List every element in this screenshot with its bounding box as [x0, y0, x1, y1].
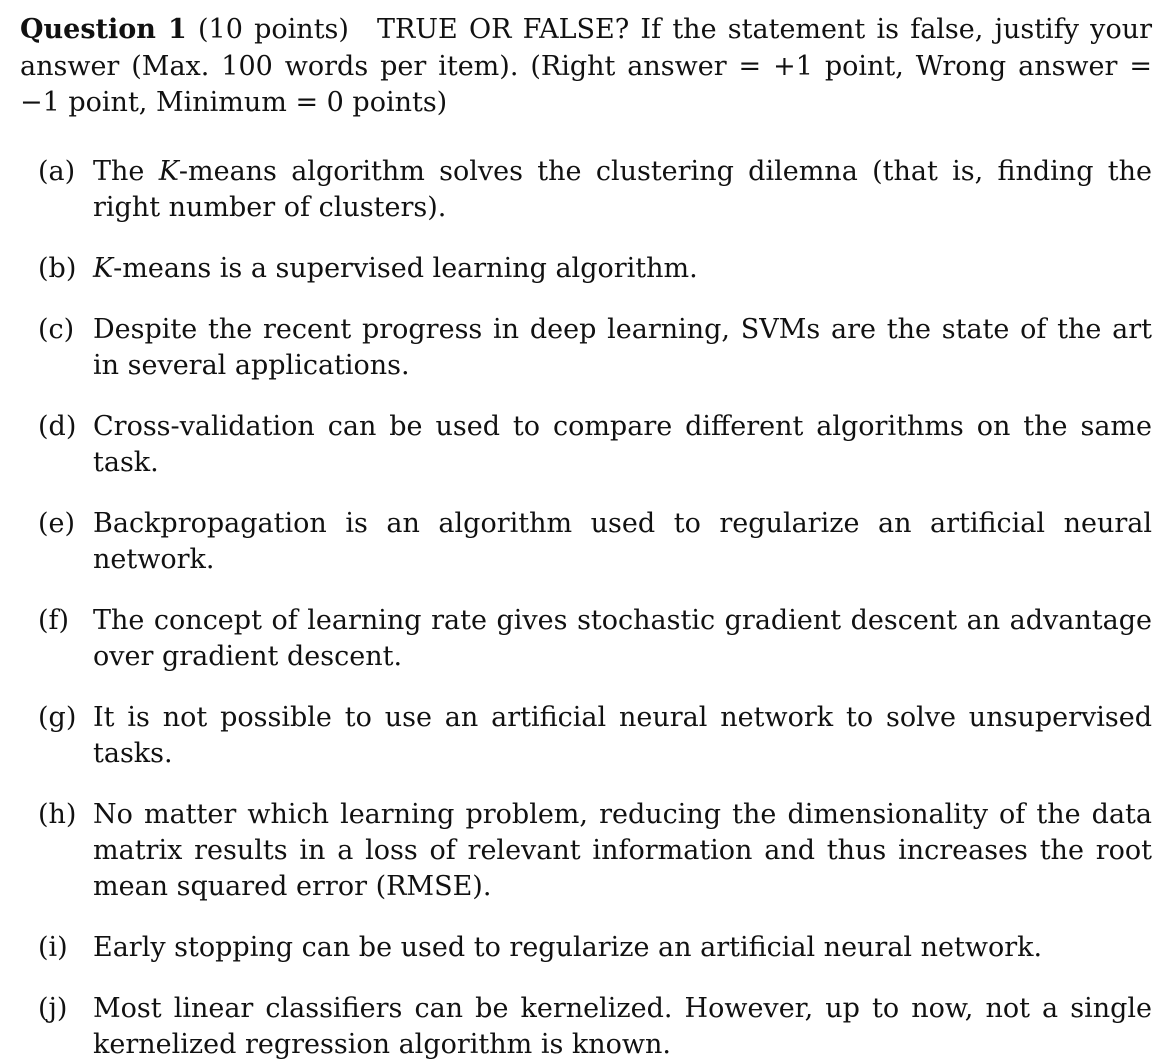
statement-item-e: (e) Backpropagation is an algorithm used… — [20, 506, 1152, 578]
item-marker: (g) — [38, 701, 77, 733]
item-text: It is not possible to use an artificial … — [93, 701, 1152, 769]
item-text: The K-means algorithm solves the cluster… — [93, 155, 1152, 223]
statement-item-c: (c) Despite the recent progress in deep … — [20, 312, 1152, 384]
statement-item-h: (h) No matter which learning problem, re… — [20, 797, 1152, 905]
item-text: K-means is a supervised learning algorit… — [93, 252, 698, 284]
item-text: Backpropagation is an algorithm used to … — [93, 507, 1152, 575]
item-marker: (c) — [38, 313, 75, 345]
item-text: Early stopping can be used to regularize… — [93, 931, 1043, 963]
statement-item-f: (f) The concept of learning rate gives s… — [20, 603, 1152, 675]
item-marker: (f) — [38, 604, 70, 636]
item-marker: (d) — [38, 410, 77, 442]
item-marker: (a) — [38, 155, 76, 187]
item-marker: (i) — [38, 931, 68, 963]
statement-item-j: (j) Most linear classifiers can be kerne… — [20, 991, 1152, 1063]
question-instruction: TRUE OR FALSE? If the statement is false… — [20, 14, 1152, 118]
statement-item-b: (b) K-means is a supervised learning alg… — [20, 251, 1152, 287]
question-label: Question 1 — [20, 14, 187, 45]
question-header: Question 1 (10 points) TRUE OR FALSE? If … — [20, 12, 1152, 122]
question-points: (10 points) — [198, 14, 349, 45]
item-text: Despite the recent progress in deep lear… — [93, 313, 1152, 381]
item-marker: (j) — [38, 992, 68, 1024]
item-text: No matter which learning problem, reduci… — [93, 798, 1152, 902]
item-text: Most linear classifiers can be kernelize… — [93, 992, 1152, 1060]
item-marker: (e) — [38, 507, 76, 539]
item-marker: (b) — [38, 252, 77, 284]
statement-item-d: (d) Cross-validation can be used to comp… — [20, 409, 1152, 481]
item-text: Cross-validation can be used to compare … — [93, 410, 1152, 478]
item-text: The concept of learning rate gives stoch… — [93, 604, 1152, 672]
exam-page: Question 1 (10 points) TRUE OR FALSE? If … — [0, 0, 1174, 1060]
statement-item-g: (g) It is not possible to use an artific… — [20, 700, 1152, 772]
statement-list: (a) The K-means algorithm solves the clu… — [20, 154, 1152, 1063]
item-marker: (h) — [38, 798, 77, 830]
statement-item-a: (a) The K-means algorithm solves the clu… — [20, 154, 1152, 226]
statement-item-i: (i) Early stopping can be used to regula… — [20, 930, 1152, 966]
